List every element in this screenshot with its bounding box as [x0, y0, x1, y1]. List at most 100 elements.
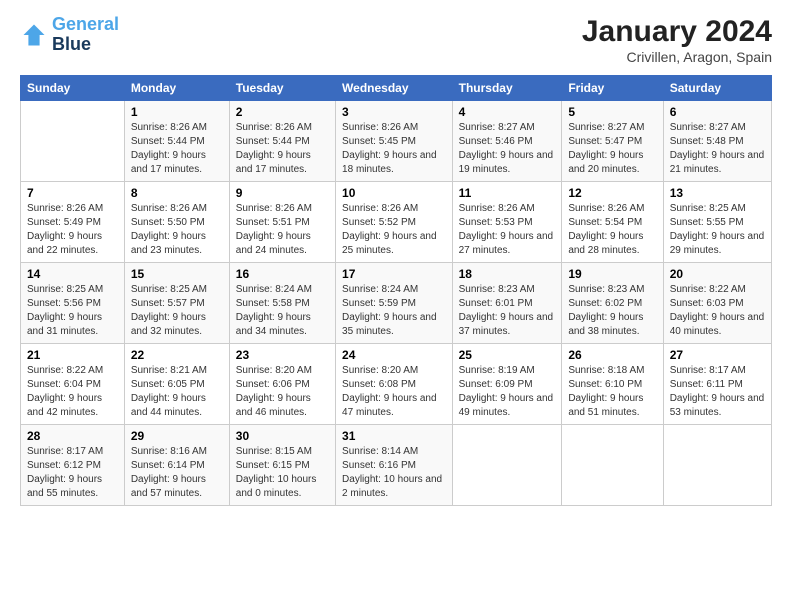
- day-number: 3: [342, 105, 446, 119]
- day-number: 10: [342, 186, 446, 200]
- day-number: 5: [568, 105, 656, 119]
- day-number: 14: [27, 267, 118, 281]
- day-number: 18: [459, 267, 556, 281]
- day-info: Sunrise: 8:22 AMSunset: 6:03 PMDaylight:…: [670, 284, 765, 337]
- day-info: Sunrise: 8:26 AMSunset: 5:52 PMDaylight:…: [342, 203, 437, 256]
- column-header-monday: Monday: [124, 76, 229, 101]
- week-row-5: 28Sunrise: 8:17 AMSunset: 6:12 PMDayligh…: [21, 425, 772, 506]
- day-info: Sunrise: 8:24 AMSunset: 5:58 PMDaylight:…: [236, 284, 312, 337]
- day-number: 1: [131, 105, 223, 119]
- day-number: 6: [670, 105, 765, 119]
- day-number: 23: [236, 348, 329, 362]
- day-number: 17: [342, 267, 446, 281]
- title-block: January 2024 Crivillen, Aragon, Spain: [582, 15, 772, 65]
- calendar-cell: 24 Sunrise: 8:20 AMSunset: 6:08 PMDayligh…: [336, 344, 453, 425]
- calendar-cell: [663, 425, 771, 506]
- day-number: 11: [459, 186, 556, 200]
- day-number: 4: [459, 105, 556, 119]
- day-info: Sunrise: 8:23 AMSunset: 6:02 PMDaylight:…: [568, 284, 644, 337]
- day-info: Sunrise: 8:26 AMSunset: 5:50 PMDaylight:…: [131, 203, 207, 256]
- calendar-cell: 13 Sunrise: 8:25 AMSunset: 5:55 PMDayligh…: [663, 182, 771, 263]
- day-number: 25: [459, 348, 556, 362]
- column-header-tuesday: Tuesday: [229, 76, 335, 101]
- calendar-cell: 31 Sunrise: 8:14 AMSunset: 6:16 PMDayligh…: [336, 425, 453, 506]
- subtitle: Crivillen, Aragon, Spain: [582, 49, 772, 65]
- calendar-cell: 18Sunrise: 8:23 AMSunset: 6:01 PMDayligh…: [452, 263, 562, 344]
- day-info: Sunrise: 8:14 AMSunset: 6:16 PMDaylight:…: [342, 446, 442, 499]
- day-info: Sunrise: 8:20 AMSunset: 6:08 PMDaylight:…: [342, 365, 437, 418]
- logo-icon: [20, 21, 48, 49]
- day-number: 27: [670, 348, 765, 362]
- day-number: 19: [568, 267, 656, 281]
- day-info: Sunrise: 8:26 AMSunset: 5:44 PMDaylight:…: [236, 122, 312, 175]
- day-info: Sunrise: 8:25 AMSunset: 5:56 PMDaylight:…: [27, 284, 103, 337]
- calendar-cell: 10 Sunrise: 8:26 AMSunset: 5:52 PMDayligh…: [336, 182, 453, 263]
- day-info: Sunrise: 8:26 AMSunset: 5:51 PMDaylight:…: [236, 203, 312, 256]
- calendar-cell: 12 Sunrise: 8:26 AMSunset: 5:54 PMDayligh…: [562, 182, 663, 263]
- calendar-cell: 9 Sunrise: 8:26 AMSunset: 5:51 PMDaylight…: [229, 182, 335, 263]
- week-row-2: 7Sunrise: 8:26 AMSunset: 5:49 PMDaylight…: [21, 182, 772, 263]
- main-title: January 2024: [582, 15, 772, 49]
- day-info: Sunrise: 8:27 AMSunset: 5:46 PMDaylight:…: [459, 122, 554, 175]
- day-number: 24: [342, 348, 446, 362]
- day-info: Sunrise: 8:26 AMSunset: 5:44 PMDaylight:…: [131, 122, 207, 175]
- day-info: Sunrise: 8:17 AMSunset: 6:12 PMDaylight:…: [27, 446, 103, 499]
- day-info: Sunrise: 8:21 AMSunset: 6:05 PMDaylight:…: [131, 365, 207, 418]
- day-number: 9: [236, 186, 329, 200]
- calendar-cell: 26Sunrise: 8:18 AMSunset: 6:10 PMDayligh…: [562, 344, 663, 425]
- calendar-table: SundayMondayTuesdayWednesdayThursdayFrid…: [20, 75, 772, 506]
- day-number: 2: [236, 105, 329, 119]
- day-number: 16: [236, 267, 329, 281]
- calendar-cell: 1 Sunrise: 8:26 AMSunset: 5:44 PMDaylight…: [124, 101, 229, 182]
- calendar-cell: [21, 101, 125, 182]
- calendar-cell: 16 Sunrise: 8:24 AMSunset: 5:58 PMDayligh…: [229, 263, 335, 344]
- calendar-cell: 3 Sunrise: 8:26 AMSunset: 5:45 PMDaylight…: [336, 101, 453, 182]
- day-info: Sunrise: 8:22 AMSunset: 6:04 PMDaylight:…: [27, 365, 103, 418]
- calendar-cell: 27 Sunrise: 8:17 AMSunset: 6:11 PMDayligh…: [663, 344, 771, 425]
- week-row-3: 14 Sunrise: 8:25 AMSunset: 5:56 PMDayligh…: [21, 263, 772, 344]
- column-header-saturday: Saturday: [663, 76, 771, 101]
- calendar-cell: 17Sunrise: 8:24 AMSunset: 5:59 PMDayligh…: [336, 263, 453, 344]
- day-number: 12: [568, 186, 656, 200]
- calendar-cell: 5 Sunrise: 8:27 AMSunset: 5:47 PMDaylight…: [562, 101, 663, 182]
- column-header-sunday: Sunday: [21, 76, 125, 101]
- week-row-4: 21 Sunrise: 8:22 AMSunset: 6:04 PMDayligh…: [21, 344, 772, 425]
- day-number: 15: [131, 267, 223, 281]
- calendar-cell: 11Sunrise: 8:26 AMSunset: 5:53 PMDayligh…: [452, 182, 562, 263]
- day-number: 13: [670, 186, 765, 200]
- calendar-cell: 15 Sunrise: 8:25 AMSunset: 5:57 PMDayligh…: [124, 263, 229, 344]
- day-info: Sunrise: 8:27 AMSunset: 5:48 PMDaylight:…: [670, 122, 765, 175]
- day-number: 29: [131, 429, 223, 443]
- calendar-cell: 19 Sunrise: 8:23 AMSunset: 6:02 PMDayligh…: [562, 263, 663, 344]
- day-info: Sunrise: 8:25 AMSunset: 5:57 PMDaylight:…: [131, 284, 207, 337]
- day-info: Sunrise: 8:19 AMSunset: 6:09 PMDaylight:…: [459, 365, 554, 418]
- day-info: Sunrise: 8:15 AMSunset: 6:15 PMDaylight:…: [236, 446, 317, 499]
- calendar-cell: 8 Sunrise: 8:26 AMSunset: 5:50 PMDaylight…: [124, 182, 229, 263]
- calendar-cell: 7Sunrise: 8:26 AMSunset: 5:49 PMDaylight…: [21, 182, 125, 263]
- page: General Blue January 2024 Crivillen, Ara…: [0, 0, 792, 612]
- column-header-wednesday: Wednesday: [336, 76, 453, 101]
- day-info: Sunrise: 8:25 AMSunset: 5:55 PMDaylight:…: [670, 203, 765, 256]
- calendar-cell: [562, 425, 663, 506]
- day-number: 31: [342, 429, 446, 443]
- day-info: Sunrise: 8:26 AMSunset: 5:49 PMDaylight:…: [27, 203, 103, 256]
- column-header-friday: Friday: [562, 76, 663, 101]
- day-info: Sunrise: 8:17 AMSunset: 6:11 PMDaylight:…: [670, 365, 765, 418]
- column-header-thursday: Thursday: [452, 76, 562, 101]
- day-info: Sunrise: 8:20 AMSunset: 6:06 PMDaylight:…: [236, 365, 312, 418]
- logo-text: General Blue: [52, 15, 119, 55]
- header-row: SundayMondayTuesdayWednesdayThursdayFrid…: [21, 76, 772, 101]
- day-number: 21: [27, 348, 118, 362]
- day-number: 22: [131, 348, 223, 362]
- day-info: Sunrise: 8:27 AMSunset: 5:47 PMDaylight:…: [568, 122, 644, 175]
- day-info: Sunrise: 8:26 AMSunset: 5:54 PMDaylight:…: [568, 203, 644, 256]
- calendar-cell: 2 Sunrise: 8:26 AMSunset: 5:44 PMDaylight…: [229, 101, 335, 182]
- day-number: 20: [670, 267, 765, 281]
- day-info: Sunrise: 8:16 AMSunset: 6:14 PMDaylight:…: [131, 446, 207, 499]
- calendar-cell: 6 Sunrise: 8:27 AMSunset: 5:48 PMDaylight…: [663, 101, 771, 182]
- day-number: 26: [568, 348, 656, 362]
- logo: General Blue: [20, 15, 119, 55]
- day-number: 8: [131, 186, 223, 200]
- calendar-cell: 28Sunrise: 8:17 AMSunset: 6:12 PMDayligh…: [21, 425, 125, 506]
- day-info: Sunrise: 8:26 AMSunset: 5:45 PMDaylight:…: [342, 122, 437, 175]
